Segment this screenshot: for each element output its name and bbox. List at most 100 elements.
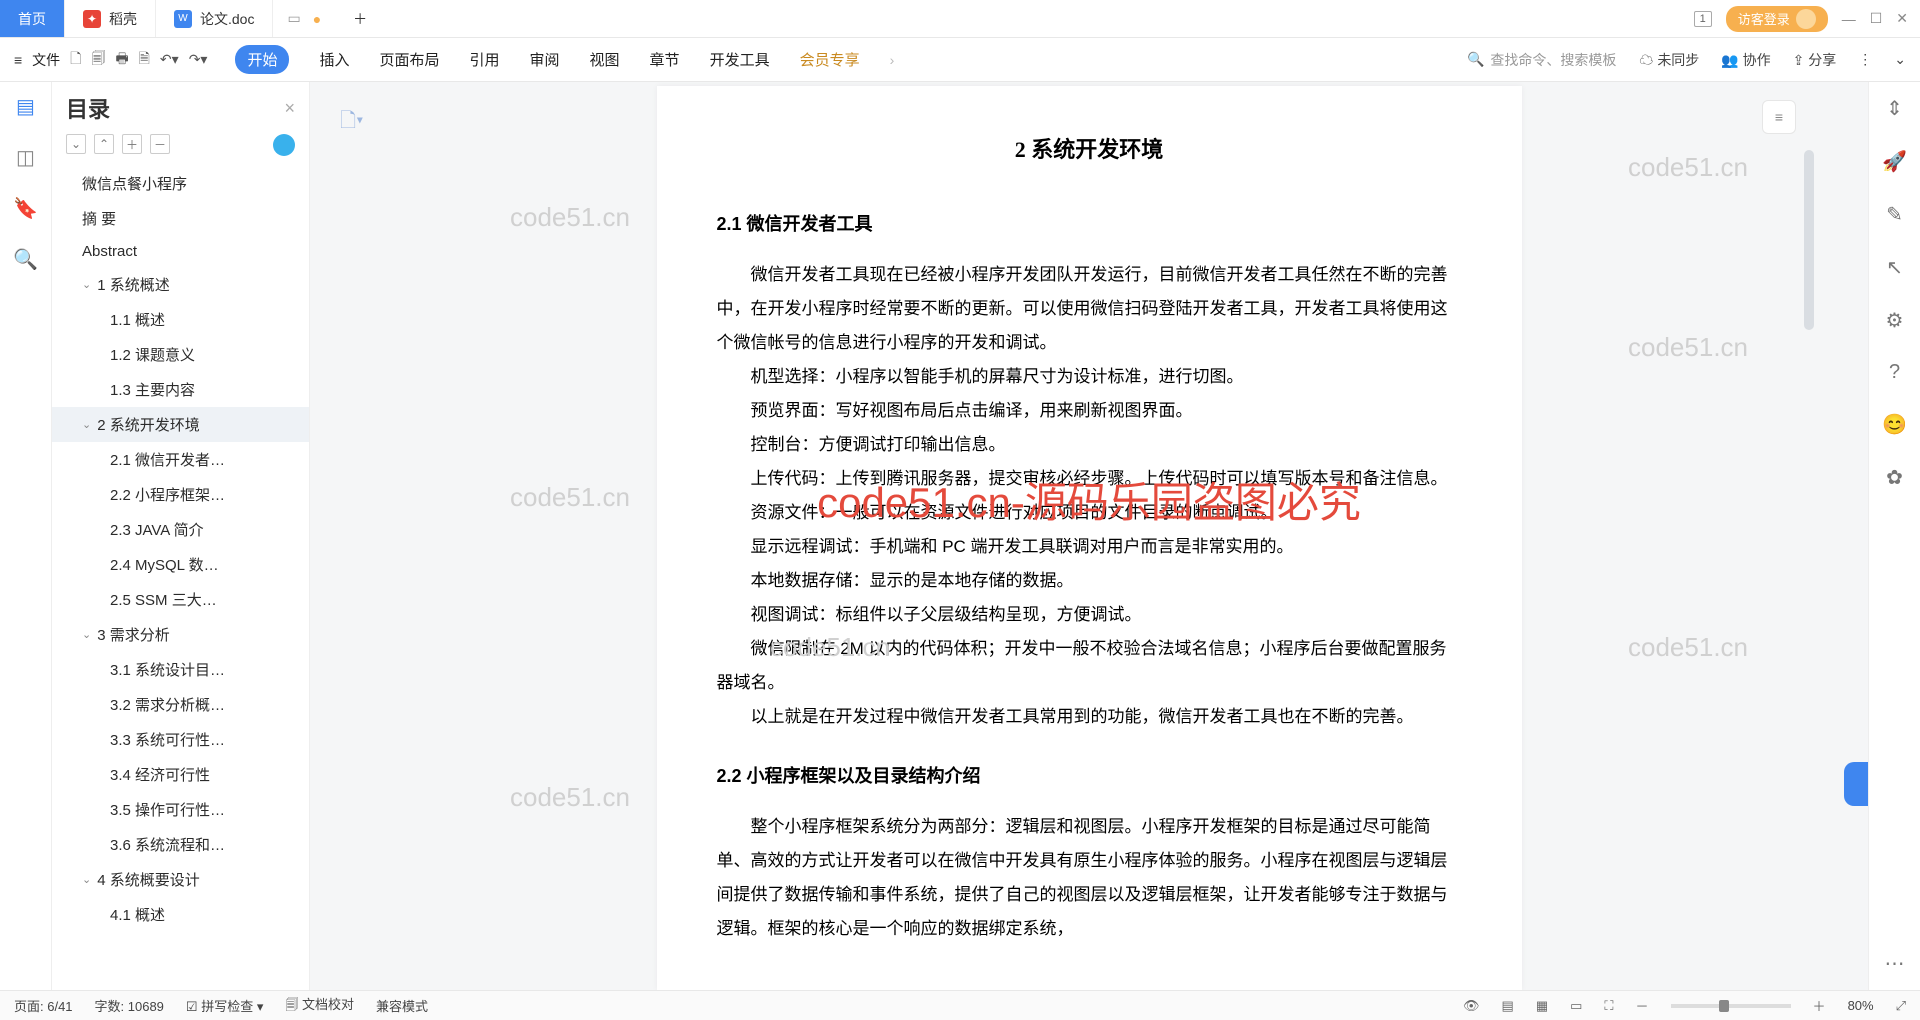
toc-item[interactable]: 1.2 课题意义 xyxy=(52,337,309,372)
pointer-icon[interactable]: ↖ xyxy=(1886,255,1903,280)
sync-button[interactable]: ☁ 未同步 xyxy=(1639,50,1699,70)
toc-item[interactable]: 1.3 主要内容 xyxy=(52,372,309,407)
outline-icon[interactable]: ▤ xyxy=(16,94,35,119)
menu-icon[interactable]: ≡ xyxy=(14,52,22,68)
ribbon-tab-reference[interactable]: 引用 xyxy=(470,49,500,70)
ribbon-tab-vip[interactable]: 会员专享 xyxy=(800,49,860,70)
emoji-icon[interactable]: 😊 xyxy=(1882,412,1907,437)
ribbon-tab-review[interactable]: 审阅 xyxy=(530,49,560,70)
doc-icon: W xyxy=(174,10,192,28)
toc-item[interactable]: 3.4 经济可行性 xyxy=(52,757,309,792)
ribbon-tab-chapter[interactable]: 章节 xyxy=(650,49,680,70)
status-compat[interactable]: 兼容模式 xyxy=(376,996,428,1015)
ribbon-tab-view[interactable]: 视图 xyxy=(590,49,620,70)
search-icon[interactable]: 🔍 xyxy=(13,247,38,272)
tab-daoke[interactable]: ✦ 稻壳 xyxy=(65,0,156,37)
more-side-icon[interactable]: ⋯ xyxy=(1885,951,1905,976)
bookmark-icon[interactable]: 🔖 xyxy=(13,196,38,221)
toc-item[interactable]: 2.4 MySQL 数… xyxy=(52,547,309,582)
toc-item[interactable]: 2.2 小程序框架… xyxy=(52,477,309,512)
ribbon-tab-start[interactable]: 开始 xyxy=(235,45,289,74)
coop-button[interactable]: 👥 协作 xyxy=(1721,50,1770,70)
ribbon-tab-layout[interactable]: 页面布局 xyxy=(379,49,439,70)
share-button[interactable]: ⇪ 分享 xyxy=(1793,50,1837,70)
toc-item[interactable]: 3.6 系统流程和… xyxy=(52,827,309,862)
toc-item[interactable]: 1.1 概述 xyxy=(52,302,309,337)
pin-icon[interactable]: ≡ xyxy=(1762,100,1796,134)
undo-icon[interactable]: ↶▾ xyxy=(160,51,179,68)
toc-item[interactable]: 4.1 概述 xyxy=(52,897,309,932)
ruler-icon[interactable]: ⇕ xyxy=(1886,96,1903,121)
print-icon[interactable]: 🖶 xyxy=(115,48,128,72)
window-index[interactable]: 1 xyxy=(1694,11,1712,27)
toc-expand-icon[interactable]: ⌃ xyxy=(94,134,114,154)
scroll-thumb[interactable] xyxy=(1804,150,1814,330)
zoom-slider[interactable] xyxy=(1671,1004,1791,1008)
redo-icon[interactable]: ↷▾ xyxy=(189,51,208,68)
toc-item[interactable]: 2.3 JAVA 简介 xyxy=(52,512,309,547)
toc-item[interactable]: 2.1 微信开发者… xyxy=(52,442,309,477)
pen-icon[interactable]: ✎ xyxy=(1886,202,1903,227)
ribbon-more-icon[interactable]: › xyxy=(890,52,895,68)
preview-icon[interactable]: 🗎 xyxy=(139,48,150,72)
watermark: code51.cn xyxy=(1628,332,1748,363)
collapse-ribbon-icon[interactable]: ⌄ xyxy=(1894,51,1906,68)
status-proof[interactable]: 🗐 文档校对 xyxy=(285,994,354,1018)
scrollbar[interactable] xyxy=(1800,90,1814,982)
toc-item[interactable]: ⌄4 系统概要设计 xyxy=(52,862,309,897)
toc-item[interactable]: ⌄2 系统开发环境 xyxy=(52,407,309,442)
shapes-icon[interactable]: ◫ xyxy=(16,145,35,170)
toc-remove-icon[interactable]: － xyxy=(150,134,170,154)
login-button[interactable]: 访客登录 xyxy=(1726,6,1828,32)
view-outline-icon[interactable]: ▦ xyxy=(1536,998,1548,1014)
toc-item[interactable]: ⌄3 需求分析 xyxy=(52,617,309,652)
toc-refresh-icon[interactable] xyxy=(273,134,295,156)
toc-item[interactable]: 3.5 操作可行性… xyxy=(52,792,309,827)
status-spellcheck[interactable]: ☑ 拼写检查 ▾ xyxy=(186,996,263,1015)
more-icon[interactable]: ⋮ xyxy=(1858,51,1872,68)
toc-add-icon[interactable]: ＋ xyxy=(122,134,142,154)
settings-icon[interactable]: ⚙ xyxy=(1886,308,1904,333)
zoom-out-icon[interactable]: － xyxy=(1636,996,1649,1015)
tab-document[interactable]: W 论文.doc xyxy=(156,0,273,37)
ribbon-tab-devtools[interactable]: 开发工具 xyxy=(710,49,770,70)
doc-p: 资源文件：一般可以在资源文件进行对应项目的文件目录的断点调试。 xyxy=(717,496,1462,530)
minimize-icon[interactable]: — xyxy=(1842,11,1856,27)
view-read-icon[interactable]: 👁 xyxy=(1463,998,1480,1014)
zoom-value[interactable]: 80% xyxy=(1848,998,1874,1013)
toc-item[interactable]: 3.3 系统可行性… xyxy=(52,722,309,757)
statusbar: 页面: 6/41 字数: 10689 ☑ 拼写检查 ▾ 🗐 文档校对 兼容模式 … xyxy=(0,990,1920,1020)
toc-item[interactable]: 3.2 需求分析概… xyxy=(52,687,309,722)
toc-item[interactable]: 摘 要 xyxy=(52,201,309,236)
help-icon[interactable]: ? xyxy=(1889,361,1900,384)
present-icon[interactable]: ▭ xyxy=(287,10,300,27)
feedback-tab[interactable] xyxy=(1844,762,1868,806)
maximize-icon[interactable]: ☐ xyxy=(1870,10,1883,27)
toc-item[interactable]: 2.5 SSM 三大… xyxy=(52,582,309,617)
status-words[interactable]: 字数: 10689 xyxy=(95,996,164,1015)
rocket-icon[interactable]: 🚀 xyxy=(1882,149,1907,174)
ribbon-tab-insert[interactable]: 插入 xyxy=(319,49,349,70)
new-tab[interactable]: ＋ xyxy=(335,0,385,37)
status-page[interactable]: 页面: 6/41 xyxy=(14,996,73,1015)
file-menu[interactable]: 文件 xyxy=(32,50,60,70)
toc-item[interactable]: ⌄1 系统概述 xyxy=(52,267,309,302)
toc-collapse-icon[interactable]: ⌄ xyxy=(66,134,86,154)
zoom-in-icon[interactable]: ＋ xyxy=(1813,996,1826,1015)
toc-item-label: 2.3 JAVA 简介 xyxy=(110,522,204,539)
page-handle-icon[interactable]: 🗋▾ xyxy=(340,106,363,140)
command-search[interactable]: 🔍 查找命令、搜索模板 xyxy=(1466,49,1617,71)
toc-close-icon[interactable]: × xyxy=(284,98,295,119)
toc-item[interactable]: 微信点餐小程序 xyxy=(52,166,309,201)
expand-icon[interactable]: ⤢ xyxy=(1896,998,1906,1014)
window-close-icon[interactable]: ✕ xyxy=(1896,10,1908,27)
view-web-icon[interactable]: ▭ xyxy=(1570,998,1582,1014)
save-icon[interactable]: 🗋 xyxy=(70,48,81,72)
toc-item[interactable]: 3.1 系统设计目… xyxy=(52,652,309,687)
gear-icon[interactable]: ✿ xyxy=(1886,465,1903,490)
zoom-fit-icon[interactable]: ⛶ xyxy=(1604,998,1613,1014)
view-page-icon[interactable]: ▤ xyxy=(1502,998,1514,1014)
toc-item[interactable]: Abstract xyxy=(52,236,309,267)
save-as-icon[interactable]: 🗐 xyxy=(91,48,105,72)
tab-home[interactable]: 首页 xyxy=(0,0,65,37)
